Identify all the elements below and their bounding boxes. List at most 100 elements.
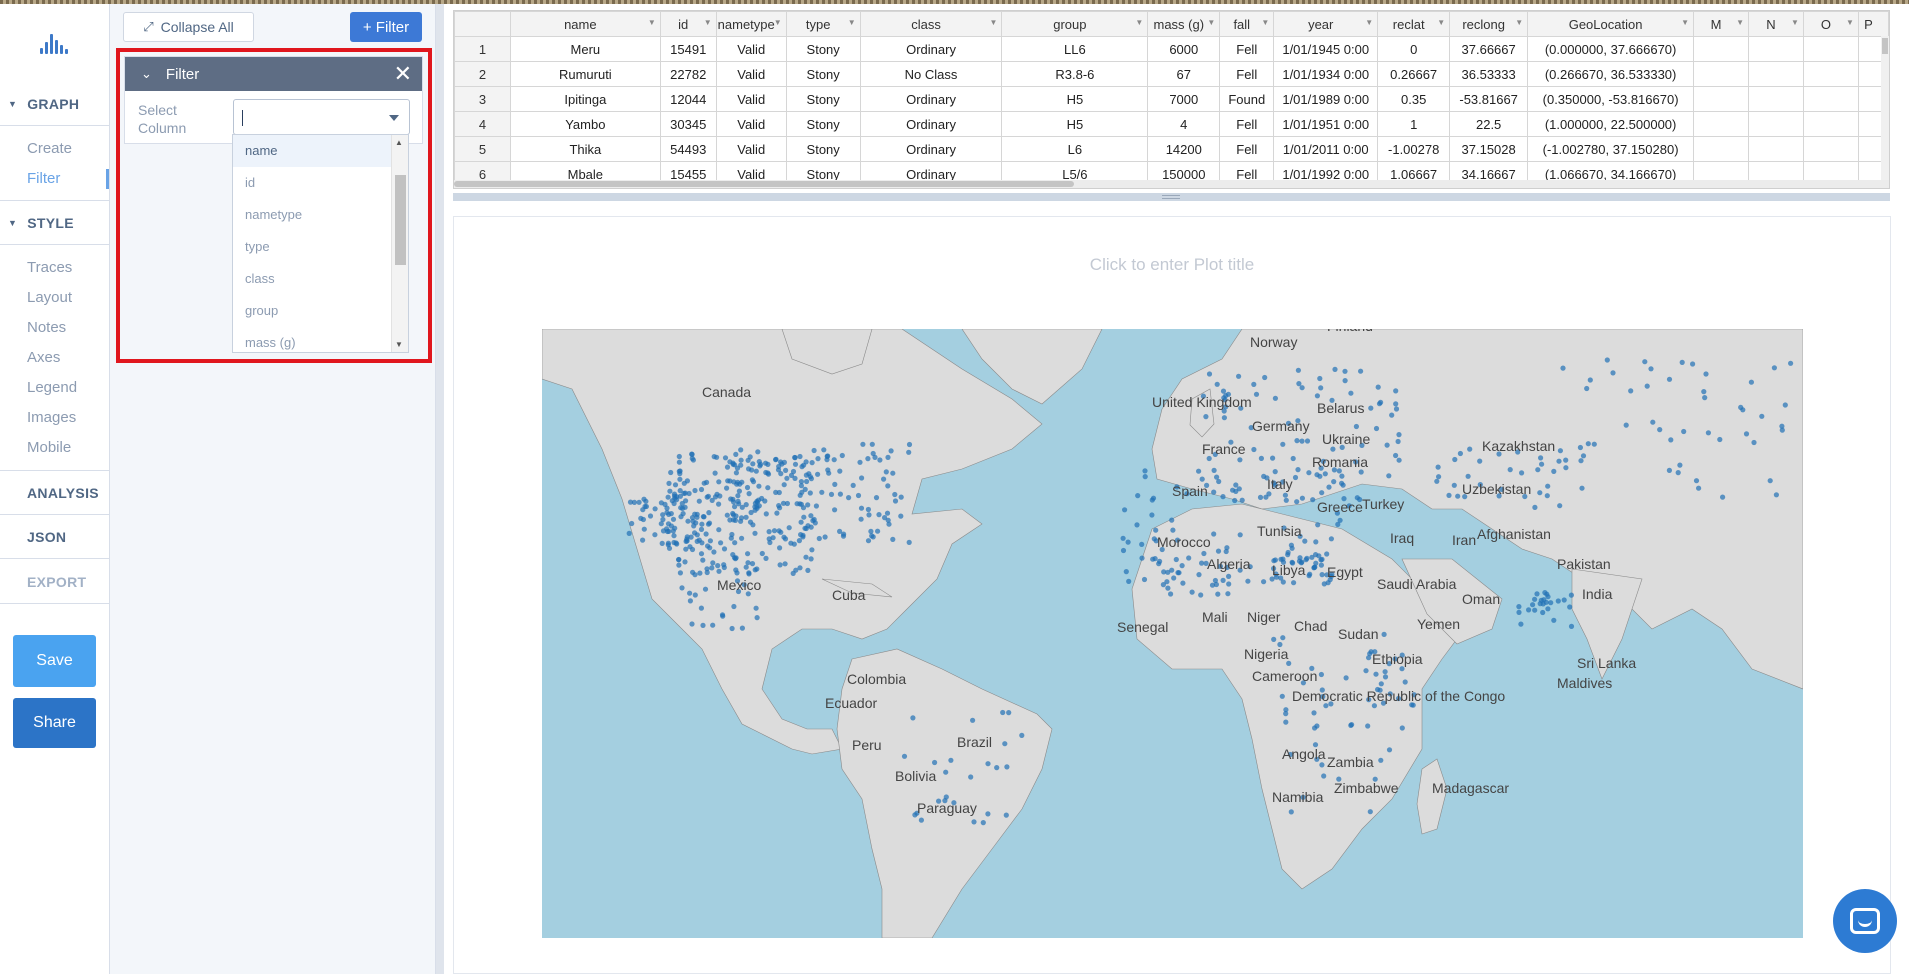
map-marker[interactable] [1773,492,1779,498]
map-marker[interactable] [1213,581,1219,588]
map-marker[interactable] [1313,539,1319,545]
map-marker[interactable] [756,459,762,465]
table-cell[interactable] [1748,61,1804,87]
map-marker[interactable] [1650,419,1656,425]
table-cell[interactable]: Found [1219,86,1275,112]
map-marker[interactable] [858,516,864,522]
map-marker[interactable] [837,468,843,474]
map-marker[interactable] [792,455,798,461]
map-marker[interactable] [688,534,694,540]
map-marker[interactable] [1516,604,1522,610]
map-marker[interactable] [839,452,845,459]
map-marker[interactable] [699,521,705,527]
map-marker[interactable] [677,476,683,482]
map-marker[interactable] [698,526,705,532]
map-marker[interactable] [1211,489,1217,495]
map-marker[interactable] [1226,581,1232,587]
map-marker[interactable] [865,456,871,462]
map-marker[interactable] [684,478,690,484]
map-marker[interactable] [700,557,706,563]
map-marker[interactable] [1221,415,1227,421]
table-cell[interactable] [1802,86,1859,112]
nav-item-axes[interactable]: Axes [0,343,109,373]
map-marker[interactable] [797,565,803,571]
map-marker[interactable] [716,527,722,533]
table-cell[interactable]: H5 [1001,111,1149,137]
map-marker[interactable] [906,441,913,448]
table-cell[interactable] [1748,136,1804,162]
map-marker[interactable] [733,470,739,476]
corner-cell[interactable] [454,11,511,37]
map-marker[interactable] [694,532,700,538]
map-marker[interactable] [683,546,689,552]
map-marker[interactable] [759,495,765,502]
map-marker[interactable] [671,491,678,497]
map-marker[interactable] [703,531,709,537]
map-marker[interactable] [777,562,783,568]
map-marker[interactable] [1215,548,1222,554]
map-marker[interactable] [1326,484,1332,490]
map-marker[interactable] [822,534,828,540]
map-marker[interactable] [815,456,821,462]
map-marker[interactable] [1280,441,1286,447]
map-marker[interactable] [1396,432,1402,438]
map-marker[interactable] [1771,365,1777,371]
map-marker[interactable] [676,459,682,465]
map-marker[interactable] [1226,573,1232,579]
map-marker[interactable] [881,476,887,482]
map-marker[interactable] [1263,494,1269,500]
map-marker[interactable] [1376,401,1383,407]
map-marker[interactable] [1211,467,1217,473]
map-marker[interactable] [1290,455,1296,462]
column-header[interactable]: class ▼ [859,11,1003,37]
map-marker[interactable] [754,615,760,621]
map-marker[interactable] [678,514,684,520]
map-marker[interactable] [1675,470,1681,476]
map-marker[interactable] [1545,606,1551,612]
map-marker[interactable] [1568,623,1575,629]
map-marker[interactable] [1179,563,1185,569]
map-marker[interactable] [714,454,720,460]
map-marker[interactable] [819,489,825,495]
map-marker[interactable] [701,480,707,486]
map-marker[interactable] [687,590,693,596]
map-marker[interactable] [943,769,949,775]
map-marker[interactable] [1648,366,1654,372]
map-marker[interactable] [815,471,821,477]
map-marker[interactable] [685,518,691,524]
map-marker[interactable] [1779,427,1785,433]
table-cell[interactable] [1748,36,1804,62]
map-marker[interactable] [1306,470,1312,476]
map-marker[interactable] [1358,469,1364,475]
map-marker[interactable] [712,470,718,476]
map-marker[interactable] [1283,719,1289,725]
map-marker[interactable] [776,489,782,496]
map-marker[interactable] [665,494,671,500]
map-marker[interactable] [1539,461,1545,467]
map-marker[interactable] [857,459,863,465]
column-header[interactable]: fall ▼ [1219,11,1275,37]
map-marker[interactable] [1751,439,1757,446]
map-marker[interactable] [1535,467,1541,473]
map-marker[interactable] [1516,609,1522,615]
map-marker[interactable] [687,598,693,604]
map-marker[interactable] [1142,474,1148,480]
map-marker[interactable] [892,498,899,504]
map-marker[interactable] [1196,572,1202,578]
map-marker[interactable] [1216,478,1222,485]
map-marker[interactable] [640,537,646,543]
map-marker[interactable] [846,495,852,501]
nav-item-traces[interactable]: Traces [0,253,109,283]
map-marker[interactable] [1373,425,1380,432]
map-marker[interactable] [734,465,741,471]
map-marker[interactable] [1206,371,1213,377]
map-marker[interactable] [1318,385,1324,391]
map-marker[interactable] [1584,385,1590,392]
map-marker[interactable] [1317,473,1323,479]
map-marker[interactable] [805,523,811,529]
table-cell[interactable]: Valid [715,136,787,162]
table-cell[interactable] [1802,136,1859,162]
plot-title-placeholder[interactable]: Click to enter Plot title [454,255,1890,275]
map-marker[interactable] [1294,438,1300,444]
nav-section-export-header[interactable]: EXPORT [0,560,109,604]
